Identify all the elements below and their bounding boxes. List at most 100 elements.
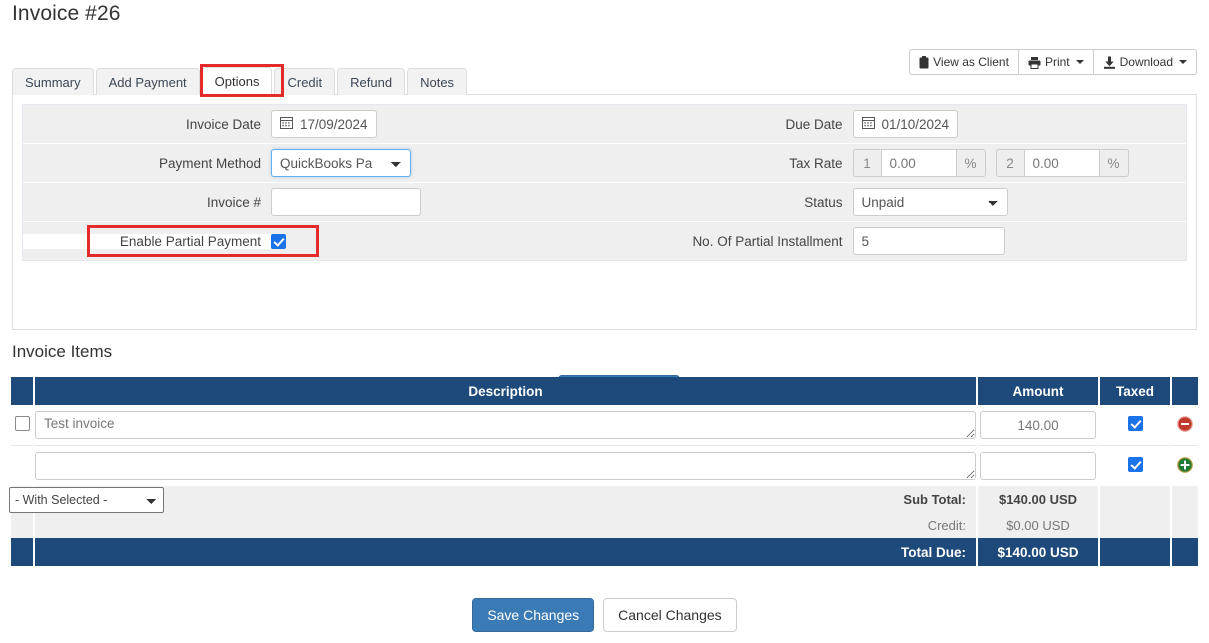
subtotal-label: Sub Total: xyxy=(35,486,976,512)
due-date-label: Due Date xyxy=(785,116,843,132)
total-due-value: $140.00 USD xyxy=(978,538,1098,566)
field-payment-method: Payment Method QuickBooks Pa xyxy=(23,144,605,183)
credit-value: $0.00 USD xyxy=(978,512,1098,538)
invoice-options-form: Invoice Date 17/09/2024 Payment Method Q… xyxy=(22,104,1187,261)
form-column-right: Due Date 01/10/2024 Tax Rate 1 0.00 % 2 … xyxy=(604,105,1186,260)
tax-rate-2-input[interactable] xyxy=(1023,149,1100,177)
field-partial-installments: No. Of Partial Installment xyxy=(604,222,1186,260)
item-amount-input[interactable] xyxy=(980,411,1096,439)
invoice-date-value: 17/09/2024 xyxy=(300,116,368,132)
subtotal-row: Sub Total: $140.00 USD xyxy=(11,486,1198,512)
header-description: Description xyxy=(35,377,976,405)
download-button[interactable]: Download xyxy=(1092,49,1197,75)
enable-partial-payment-label: Enable Partial Payment xyxy=(23,233,271,249)
invoice-items-title: Invoice Items xyxy=(12,342,113,361)
tax-rate-group: 1 % 2 % xyxy=(852,149,1129,177)
invoice-date-label: Invoice Date xyxy=(185,116,261,132)
row-amount-cell xyxy=(978,446,1098,486)
tax-rate-1-prefix: 1 xyxy=(852,149,881,177)
item-amount-input[interactable] xyxy=(980,452,1096,480)
tab-credit[interactable]: Credit xyxy=(274,68,336,95)
partial-installments-label: No. Of Partial Installment xyxy=(692,233,843,249)
chevron-down-icon xyxy=(1075,60,1084,64)
tab-label: Refund xyxy=(350,74,393,90)
tab-add-payment[interactable]: Add Payment xyxy=(95,68,200,95)
add-item-icon[interactable] xyxy=(1177,456,1193,473)
credit-row: Credit: $0.00 USD xyxy=(11,512,1198,538)
cancel-changes-button[interactable]: Cancel Changes xyxy=(603,598,737,632)
remove-item-icon[interactable] xyxy=(1177,415,1193,432)
field-enable-partial-payment: Enable Partial Payment xyxy=(23,222,605,260)
with-selected-wrapper: - With Selected - xyxy=(9,487,164,513)
payment-method-label: Payment Method xyxy=(158,155,261,171)
options-tab-panel: Invoice Date 17/09/2024 Payment Method Q… xyxy=(12,95,1197,409)
view-as-client-button[interactable]: View as Client xyxy=(909,49,1018,75)
invoice-tabs: Summary Add Payment Options Credit Refun… xyxy=(12,67,468,95)
status-label: Status xyxy=(804,194,843,210)
tab-label: Add Payment xyxy=(108,74,187,90)
enable-partial-payment-checkbox[interactable] xyxy=(271,233,286,249)
print-button[interactable]: Print xyxy=(1017,49,1093,75)
invoice-items-table: Description Amount Taxed Test invoice 14… xyxy=(9,377,1200,566)
item-description-textarea[interactable]: Test invoice xyxy=(35,411,976,439)
printer-icon xyxy=(1028,56,1041,69)
table-header-row: Description Amount Taxed xyxy=(11,377,1198,405)
header-select-all-cell xyxy=(11,377,33,405)
partial-installments-input[interactable] xyxy=(852,227,1005,255)
footer-actions: Save Changes Cancel Changes xyxy=(0,598,1209,632)
tab-options[interactable]: Options xyxy=(201,67,273,95)
invoice-number-label: Invoice # xyxy=(206,194,261,210)
download-label: Download xyxy=(1119,55,1173,69)
invoice-actions-toolbar: View as Client Print Download xyxy=(909,49,1197,75)
tax-rate-label: Tax Rate xyxy=(789,155,843,171)
due-date-value: 01/10/2024 xyxy=(881,116,950,132)
tab-notes[interactable]: Notes xyxy=(407,68,468,95)
invoice-options-page: Invoice #26 View as Client Print Downloa… xyxy=(0,0,1209,643)
tab-summary[interactable]: Summary xyxy=(12,68,94,95)
row-amount-cell xyxy=(978,405,1098,445)
field-due-date: Due Date 01/10/2024 xyxy=(604,105,1186,144)
item-taxed-checkbox[interactable] xyxy=(1127,457,1143,472)
header-amount: Amount xyxy=(978,377,1098,405)
row-taxed-cell xyxy=(1100,446,1170,486)
total-due-label: Total Due: xyxy=(35,538,976,566)
print-label: Print xyxy=(1044,55,1070,69)
tab-label: Credit xyxy=(287,74,323,90)
field-invoice-number: Invoice # xyxy=(23,183,605,222)
row-action-cell xyxy=(1172,405,1198,445)
row-description-cell xyxy=(35,446,976,486)
invoice-date-input[interactable]: 17/09/2024 xyxy=(271,110,377,138)
calendar-icon xyxy=(861,116,875,132)
subtotal-value: $140.00 USD xyxy=(978,486,1098,512)
table-row xyxy=(11,446,1198,486)
status-select[interactable]: Unpaid xyxy=(852,188,1008,216)
item-taxed-checkbox[interactable] xyxy=(1127,416,1143,431)
tax-rate-2-suffix: % xyxy=(1099,149,1129,177)
row-select-checkbox[interactable] xyxy=(14,416,30,431)
field-status: Status Unpaid xyxy=(604,183,1186,222)
item-description-textarea[interactable] xyxy=(35,452,976,480)
row-taxed-cell xyxy=(1100,405,1170,445)
tab-label: Options xyxy=(214,74,260,89)
tax-rate-1: 1 % xyxy=(852,149,986,177)
invoice-number-input[interactable] xyxy=(271,188,421,216)
tab-refund[interactable]: Refund xyxy=(337,68,406,95)
table-row: Test invoice xyxy=(11,405,1198,445)
tax-rate-2-prefix: 2 xyxy=(995,149,1024,177)
header-taxed: Taxed xyxy=(1100,377,1170,405)
with-selected-select[interactable]: - With Selected - xyxy=(9,487,164,513)
tax-rate-2: 2 % xyxy=(995,149,1129,177)
row-action-cell xyxy=(1172,446,1198,486)
header-actions xyxy=(1172,377,1198,405)
download-icon xyxy=(1103,56,1116,69)
clipboard-icon xyxy=(919,55,929,69)
form-column-left: Invoice Date 17/09/2024 Payment Method Q… xyxy=(23,105,605,260)
save-changes-button[interactable]: Save Changes xyxy=(472,598,595,632)
tax-rate-1-input[interactable] xyxy=(880,149,957,177)
total-due-row: Total Due: $140.00 USD xyxy=(11,538,1198,566)
due-date-input[interactable]: 01/10/2024 xyxy=(852,110,959,138)
row-select-cell xyxy=(11,446,33,486)
tax-rate-1-suffix: % xyxy=(956,149,986,177)
payment-method-select[interactable]: QuickBooks Pa xyxy=(271,149,411,177)
tab-label: Summary xyxy=(25,74,81,90)
